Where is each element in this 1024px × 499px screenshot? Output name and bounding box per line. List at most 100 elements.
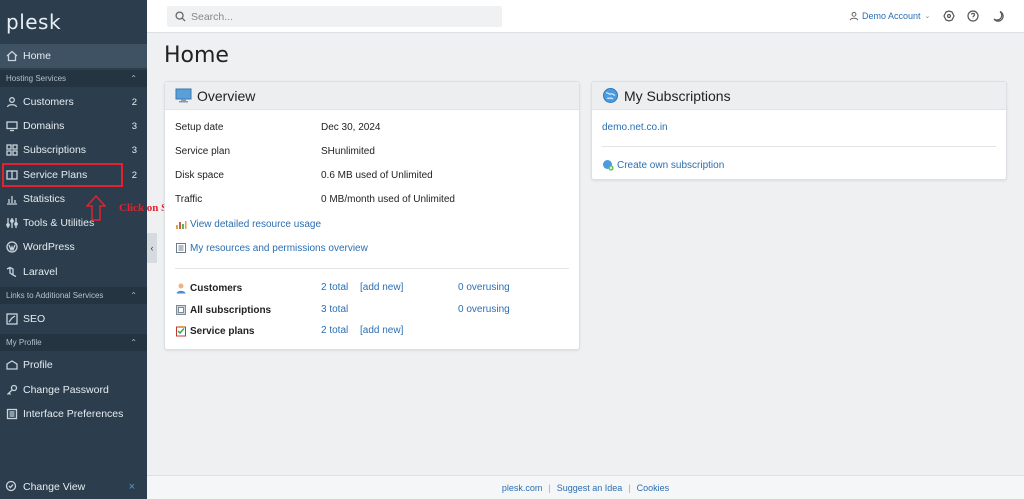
sidebar-item-wordpress[interactable]: WordPress [0, 235, 147, 259]
section-additional-services[interactable]: Links to Additional Services ⌃ [0, 287, 147, 304]
section-label: Hosting Services [6, 74, 67, 83]
subscriptions-total-link[interactable]: 3 total [321, 304, 348, 315]
monitor-icon [175, 88, 192, 103]
change-view-icon [5, 480, 19, 494]
sidebar-item-interface-preferences[interactable]: Interface Preferences [0, 402, 147, 426]
sidebar-item-customers[interactable]: Customers 2 [0, 90, 147, 114]
chevron-up-icon: ⌃ [130, 338, 137, 347]
section-label: My Profile [6, 338, 42, 347]
footer-link-suggest-idea[interactable]: Suggest an Idea [557, 483, 623, 493]
link-text: Create own subscription [617, 159, 725, 171]
preferences-icon [5, 407, 19, 421]
footer-link-plesk[interactable]: plesk.com [502, 483, 543, 493]
summary-label-text: Customers [190, 282, 243, 294]
setup-date-value: Dec 30, 2024 [321, 122, 381, 133]
extensions-icon[interactable] [943, 10, 955, 22]
overview-card: Overview Setup date Dec 30, 2024 Service… [164, 81, 580, 350]
summary-customers-label: Customers [175, 282, 242, 294]
summary-subscriptions-label: All subscriptions [175, 304, 271, 316]
sidebar-item-change-password[interactable]: Change Password [0, 378, 147, 402]
change-view-button[interactable]: Change View × [0, 475, 147, 499]
close-icon[interactable]: × [129, 481, 135, 493]
overview-header: Overview [165, 82, 579, 110]
sidebar: plesk Home Hosting Services ⌃ Customers … [0, 0, 147, 499]
help-icon[interactable] [967, 10, 979, 22]
item-count: 2 [131, 96, 137, 108]
traffic-label: Traffic [175, 194, 203, 205]
seo-chart-icon [5, 312, 19, 326]
summary-label-text: Service plans [190, 325, 255, 337]
view-resource-usage-link[interactable]: View detailed resource usage [175, 218, 321, 230]
customers-overusing-link[interactable]: 0 overusing [458, 282, 510, 293]
summary-label-text: All subscriptions [190, 304, 272, 316]
item-count: 3 [131, 144, 137, 156]
divider [175, 268, 569, 269]
sidebar-item-home[interactable]: Home [0, 44, 147, 68]
section-hosting-services[interactable]: Hosting Services ⌃ [0, 70, 147, 87]
sidebar-item-laravel[interactable]: Laravel [0, 260, 147, 284]
tools-icon [5, 216, 19, 230]
item-count: 3 [131, 120, 137, 132]
subscriptions-header: My Subscriptions [592, 82, 1006, 110]
customers-total-link[interactable]: 2 total [321, 282, 348, 293]
annotation-highlight-box [2, 163, 123, 187]
account-menu[interactable]: Demo Account ⌄ [849, 11, 930, 21]
summary-service-plans-label: Service plans [175, 325, 254, 337]
service-plan-label: Service plan [175, 146, 231, 157]
link-text: My resources and permissions overview [190, 242, 368, 254]
link-text: View detailed resource usage [190, 218, 322, 230]
dark-mode-icon[interactable] [992, 10, 1004, 22]
user-icon [5, 95, 19, 109]
disk-space-value: 0.6 MB used of Unlimited [321, 170, 433, 181]
section-my-profile[interactable]: My Profile ⌃ [0, 334, 147, 351]
resources-permissions-link[interactable]: My resources and permissions overview [175, 242, 368, 254]
plesk-logo[interactable]: plesk [0, 0, 147, 41]
my-subscriptions-card: My Subscriptions demo.net.co.in Create o… [591, 81, 1007, 180]
sidebar-item-label: Profile [23, 359, 53, 371]
search-placeholder: Search... [191, 10, 234, 23]
search-input[interactable]: Search... [167, 6, 502, 27]
footer-link-cookies[interactable]: Cookies [637, 483, 670, 493]
collapse-sidebar-toggle[interactable]: ‹ [147, 233, 157, 263]
home-icon [5, 49, 19, 63]
subscription-domain-link[interactable]: demo.net.co.in [602, 122, 668, 133]
monitor-icon [5, 119, 19, 133]
sidebar-item-subscriptions[interactable]: Subscriptions 3 [0, 138, 147, 162]
sidebar-item-tools-utilities[interactable]: Tools & Utilities [0, 211, 147, 235]
sidebar-item-label: Change Password [23, 384, 109, 396]
sidebar-item-label: Statistics [23, 193, 66, 205]
sidebar-item-label: Home [23, 50, 52, 62]
service-plans-add-new-link[interactable]: [add new] [360, 325, 403, 336]
customers-add-new-link[interactable]: [add new] [360, 282, 403, 293]
subscriptions-overusing-link[interactable]: 0 overusing [458, 304, 510, 315]
subscriptions-title: My Subscriptions [624, 87, 731, 104]
search-icon [175, 11, 186, 22]
sidebar-item-label: Laravel [23, 266, 58, 278]
subscription-icon [176, 305, 186, 315]
user-icon [849, 11, 859, 21]
create-subscription-link[interactable]: Create own subscription [602, 159, 724, 171]
item-count: 2 [131, 169, 137, 181]
add-subscription-icon [603, 160, 614, 171]
bar-chart-icon [5, 192, 19, 206]
sidebar-item-profile[interactable]: Profile [0, 353, 147, 377]
traffic-value: 0 MB/month used of Unlimited [321, 194, 455, 205]
service-plan-icon [176, 326, 186, 337]
sidebar-item-label: Subscriptions [23, 144, 87, 156]
annotation-arrow-icon [86, 195, 106, 221]
setup-date-label: Setup date [175, 122, 224, 133]
sidebar-item-label: Tools & Utilities [23, 217, 95, 229]
sidebar-item-domains[interactable]: Domains 3 [0, 114, 147, 138]
sidebar-item-seo[interactable]: SEO [0, 307, 147, 331]
sidebar-item-label: Domains [23, 120, 65, 132]
service-plans-total-link[interactable]: 2 total [321, 325, 348, 336]
wordpress-icon [5, 240, 19, 254]
chevron-down-icon: ⌄ [924, 13, 931, 20]
footer-separator: | [548, 482, 551, 493]
laravel-icon [5, 265, 19, 279]
key-icon [5, 383, 19, 397]
grid-icon [5, 143, 19, 157]
account-label: Demo Account [862, 11, 921, 21]
sidebar-item-label: Interface Preferences [23, 408, 124, 420]
globe-icon [603, 88, 618, 103]
